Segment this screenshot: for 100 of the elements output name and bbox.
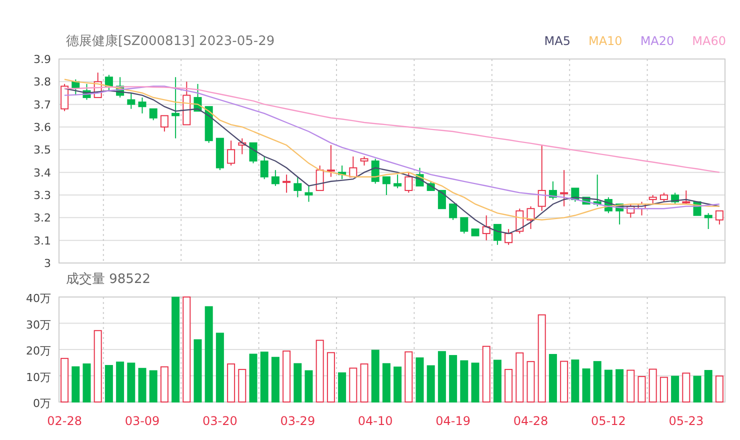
volume-bar xyxy=(316,340,324,402)
candlestick xyxy=(227,140,236,166)
date-label: 03-29 xyxy=(280,414,316,428)
chart-title: 德展健康[SZ000813] 2023-05-29 xyxy=(66,33,275,50)
candlestick xyxy=(160,115,168,132)
candlestick xyxy=(294,176,302,198)
volume-bar xyxy=(349,368,358,402)
candlestick xyxy=(593,174,602,207)
volume-bar xyxy=(682,372,690,402)
volume-bar xyxy=(304,370,313,402)
volume-bar xyxy=(693,376,702,402)
candlestick xyxy=(460,217,468,234)
candlestick xyxy=(182,81,191,126)
candlestick xyxy=(304,185,313,202)
volume-bar xyxy=(371,350,380,402)
candlestick xyxy=(127,92,136,110)
volume-bar xyxy=(604,370,612,402)
volume-bar xyxy=(404,351,413,402)
volume-bar xyxy=(493,360,502,402)
candlestick xyxy=(404,172,413,194)
volume-bar xyxy=(271,356,280,402)
axis-label: 3.7 xyxy=(34,98,51,112)
volume-bar xyxy=(127,362,136,402)
candlestick xyxy=(60,83,69,112)
volume-title: 成交量 98522 xyxy=(66,271,150,288)
volume-bar xyxy=(249,354,258,402)
axis-label: 3.2 xyxy=(34,212,51,225)
volume-bar xyxy=(116,362,124,402)
axis-label: 3.3 xyxy=(34,189,51,202)
axis-label: 3.6 xyxy=(34,121,51,134)
date-label: 05-12 xyxy=(591,414,626,428)
axis-label: 3.8 xyxy=(34,76,51,89)
candlestick xyxy=(449,204,458,220)
date-label: 03-20 xyxy=(202,414,238,428)
candlestick xyxy=(616,204,624,225)
candlestick xyxy=(660,192,668,202)
date-label: 03-09 xyxy=(124,414,160,428)
candlestick xyxy=(504,228,513,246)
axis-label: 10万 xyxy=(26,370,51,384)
volume-bar xyxy=(648,368,657,402)
candlestick xyxy=(548,180,557,200)
volume-bar xyxy=(715,376,724,402)
candlestick xyxy=(260,156,268,180)
volume-bar xyxy=(82,363,91,402)
candlestick xyxy=(394,174,402,189)
candlestick xyxy=(138,97,146,114)
candlestick xyxy=(526,206,535,230)
volume-bar xyxy=(72,366,80,402)
volume-bar xyxy=(216,332,224,402)
candlestick xyxy=(338,165,346,180)
volume-bar xyxy=(138,368,146,402)
candlestick xyxy=(72,78,80,96)
volume-bar xyxy=(438,351,446,402)
volume-bar xyxy=(60,358,69,402)
candlestick xyxy=(349,156,358,178)
date-label: 04-10 xyxy=(358,414,393,428)
candlestick xyxy=(172,76,180,139)
volume-bar xyxy=(526,361,535,402)
axis-label: 3 xyxy=(44,257,51,268)
axis-label: 3.4 xyxy=(34,166,51,180)
date-label: 05-23 xyxy=(668,414,704,428)
candlestick xyxy=(360,156,368,166)
volume-bar xyxy=(616,369,624,402)
candlestick xyxy=(316,165,324,191)
volume-bar xyxy=(194,339,202,402)
candlestick xyxy=(682,190,690,205)
volume-bar xyxy=(571,360,580,402)
volume-bar xyxy=(504,368,513,402)
volume-bar xyxy=(394,366,402,402)
candlestick xyxy=(638,201,646,216)
volume-bar xyxy=(338,372,346,402)
candlestick xyxy=(471,228,480,236)
volume-bar xyxy=(326,352,335,402)
candlestick xyxy=(249,142,258,164)
legend-label: MA20 xyxy=(640,34,674,48)
volume-bar xyxy=(227,363,236,402)
volume-bar xyxy=(149,370,158,402)
volume-bar xyxy=(638,376,646,402)
candlestick xyxy=(238,138,246,155)
candlestick xyxy=(626,204,635,218)
axis-label: 20万 xyxy=(26,344,51,358)
candlestick xyxy=(204,106,213,144)
volume-bar xyxy=(471,362,480,402)
volume-bar xyxy=(160,366,168,402)
volume-bar xyxy=(671,376,680,402)
axis-label: 3.1 xyxy=(34,234,51,248)
volume-bar xyxy=(704,370,712,402)
candlestick xyxy=(704,212,712,230)
volume-bar xyxy=(416,357,424,402)
volume-bar xyxy=(449,355,458,402)
candlestick xyxy=(648,194,657,205)
candlestick xyxy=(271,170,280,186)
candlestick xyxy=(482,214,490,241)
legend-label: MA10 xyxy=(588,34,622,48)
volume-bar xyxy=(460,360,468,402)
volume-bar xyxy=(660,376,668,402)
axis-label: 40万 xyxy=(26,292,51,305)
candlestick xyxy=(104,74,113,92)
volume-bar xyxy=(582,368,590,402)
candlestick xyxy=(282,174,291,194)
